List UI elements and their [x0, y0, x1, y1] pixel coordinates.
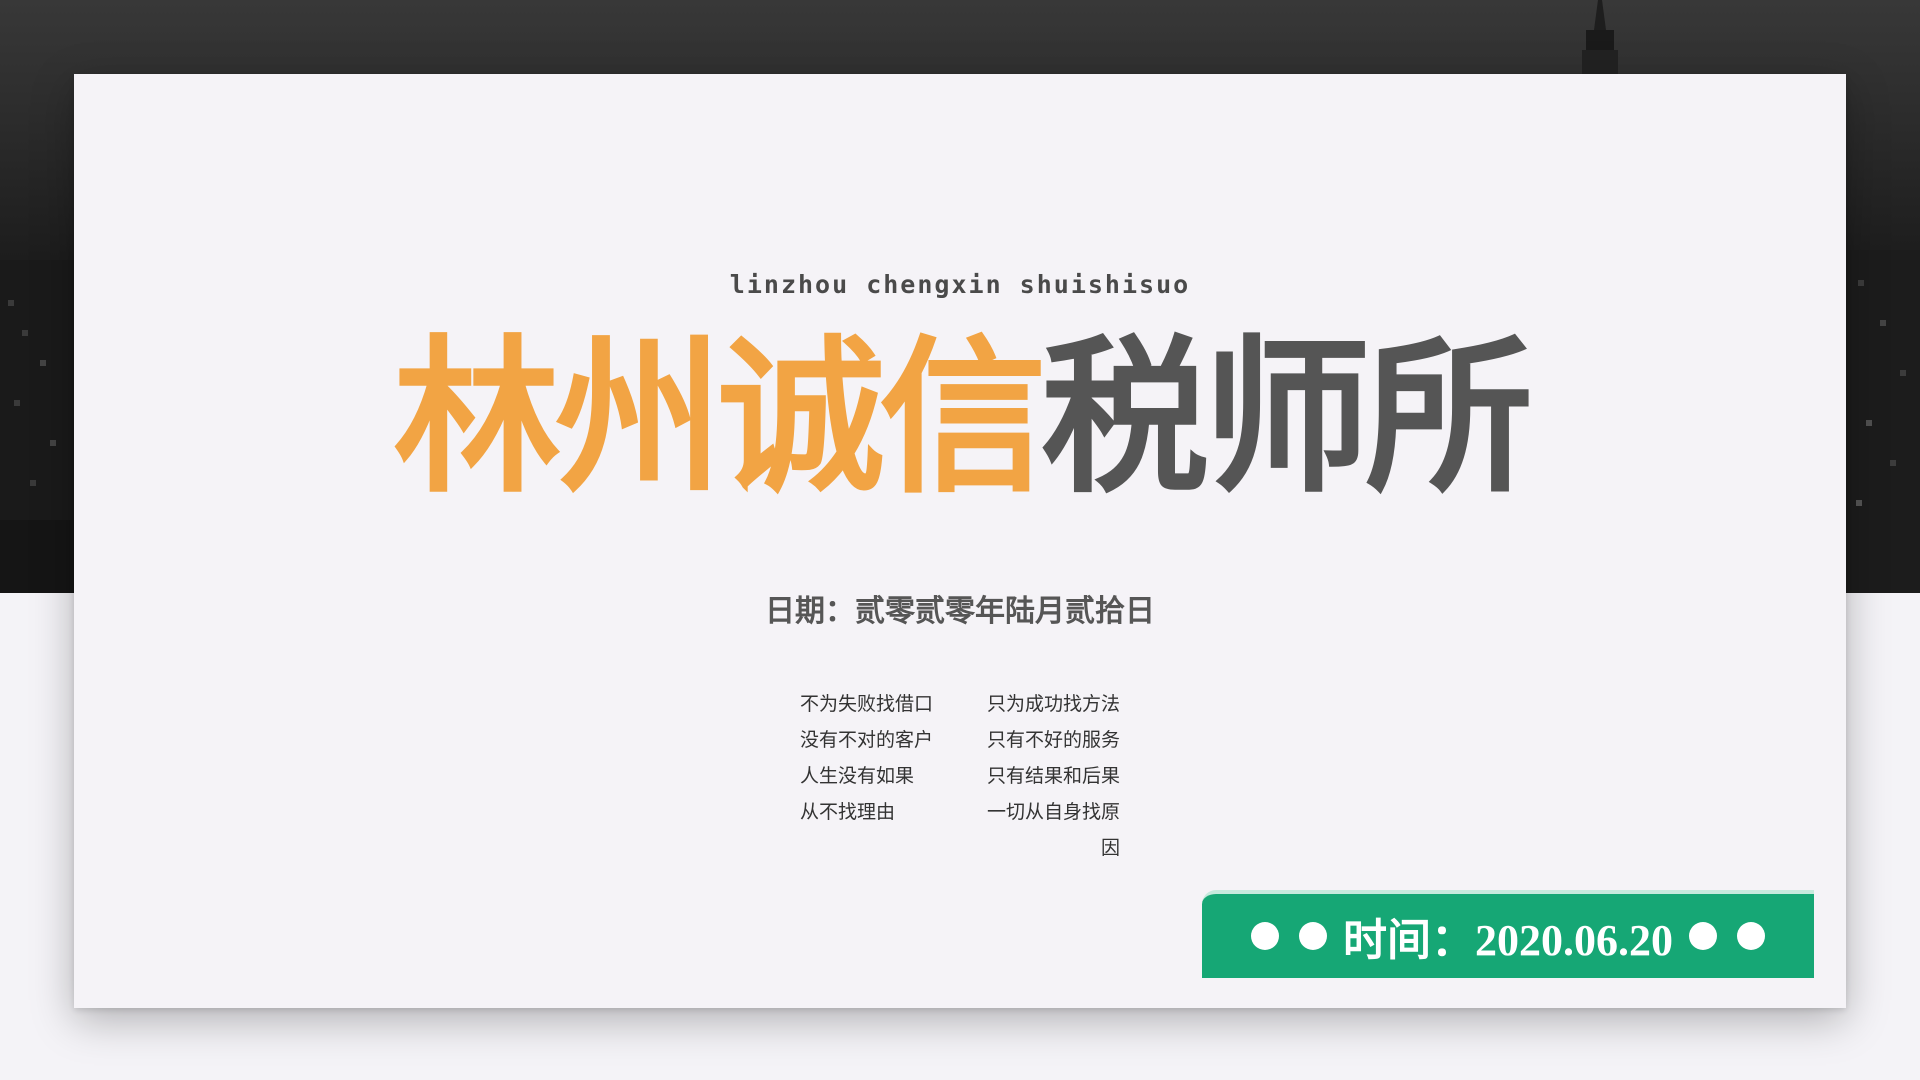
- motto-left: 从不找理由: [800, 801, 896, 823]
- motto-row: 人生没有如果 只有结果和后果: [800, 758, 1160, 794]
- motto-right: 只有结果和后果: [986, 765, 1120, 787]
- subtitle-english: linzhou chengxin shuishisuo: [729, 270, 1191, 299]
- motto-right: 一切从自身找原因: [986, 801, 1120, 859]
- motto-left: 人生没有如果: [800, 765, 915, 787]
- dot-icon: [1689, 922, 1717, 950]
- slide: linzhou chengxin shuishisuo 林州诚信税师所 日期：贰…: [0, 0, 1920, 1080]
- motto-left: 没有不对的客户: [800, 729, 934, 751]
- motto-right: 只有不好的服务: [986, 729, 1120, 751]
- motto-left: 不为失败找借口: [800, 693, 934, 715]
- time-text: 时间：2020.06.20: [1343, 916, 1673, 965]
- motto-right: 只为成功找方法: [986, 693, 1120, 715]
- time-banner-content: 时间：2020.06.20: [1202, 894, 1814, 978]
- motto-row: 从不找理由 一切从自身找原因: [800, 794, 1160, 859]
- dot-icon: [1299, 922, 1327, 950]
- title-gray-part: 税师所: [1041, 320, 1533, 516]
- date-line: 日期：贰零贰零年陆月贰拾日: [765, 594, 1155, 629]
- motto-row: 不为失败找借口 只为成功找方法: [800, 686, 1160, 722]
- title-orange-part: 林州诚信: [393, 320, 1047, 516]
- title-card: linzhou chengxin shuishisuo 林州诚信税师所 日期：贰…: [74, 74, 1846, 1008]
- dot-icon: [1251, 922, 1279, 950]
- motto-list: 不为失败找借口 只为成功找方法 没有不对的客户 只有不好的服务 人生没有如果 只…: [800, 686, 1160, 859]
- motto-row: 没有不对的客户 只有不好的服务: [800, 722, 1160, 758]
- time-banner: 时间：2020.06.20: [1202, 890, 1814, 978]
- dot-icon: [1737, 922, 1765, 950]
- page-title: 林州诚信税师所: [74, 318, 1846, 518]
